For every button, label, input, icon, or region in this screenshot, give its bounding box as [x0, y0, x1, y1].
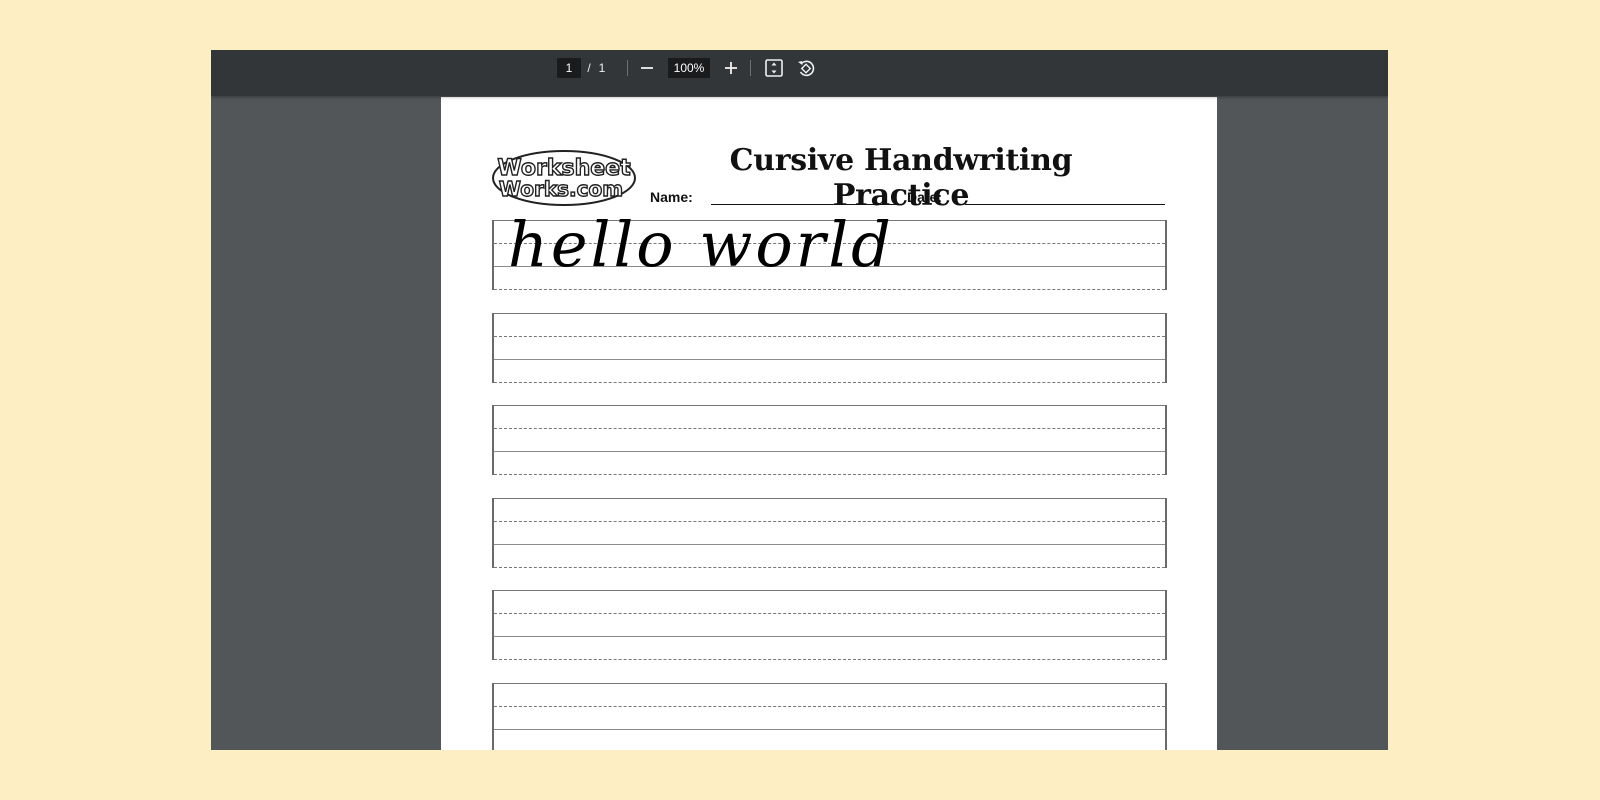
zoom-out-button[interactable]: [635, 56, 659, 80]
zoom-in-button[interactable]: [719, 56, 743, 80]
name-label: Name:: [650, 189, 693, 205]
page-total: 1: [598, 61, 606, 75]
cursive-text: hello world: [508, 208, 894, 281]
worksheetworks-logo: Worksheet Works.com: [491, 149, 637, 207]
toolbar-divider: [627, 60, 628, 76]
fit-to-page-button[interactable]: [762, 56, 786, 80]
name-field-line[interactable]: [711, 204, 901, 205]
toolbar-divider: [750, 60, 751, 76]
page-separator: /: [587, 61, 591, 75]
handwriting-row: [492, 683, 1167, 750]
pdf-page: Worksheet Works.com Cursive Handwriting …: [441, 97, 1217, 750]
pdf-viewer: 1 / 1 100% Worksheet Works.com Cursive H…: [211, 50, 1388, 750]
handwriting-row: [492, 590, 1167, 660]
zoom-in-icon: [725, 62, 737, 74]
pdf-toolbar: 1 / 1 100%: [211, 50, 1388, 96]
handwriting-row: [492, 498, 1167, 568]
handwriting-row: hello world: [492, 214, 1167, 290]
zoom-level-input[interactable]: 100%: [668, 58, 710, 78]
rotate-button[interactable]: [794, 56, 818, 80]
handwriting-row: [492, 313, 1167, 383]
date-label: Date:: [907, 189, 943, 205]
rotate-icon: [798, 60, 815, 77]
handwriting-row: [492, 405, 1167, 475]
logo-text-line2: Works.com: [499, 177, 623, 201]
date-field-line[interactable]: [965, 204, 1165, 205]
zoom-out-icon: [641, 67, 653, 69]
page-number-input[interactable]: 1: [557, 58, 581, 78]
page-title: Cursive Handwriting Practice: [729, 143, 1073, 213]
fit-to-page-icon: [765, 59, 783, 77]
